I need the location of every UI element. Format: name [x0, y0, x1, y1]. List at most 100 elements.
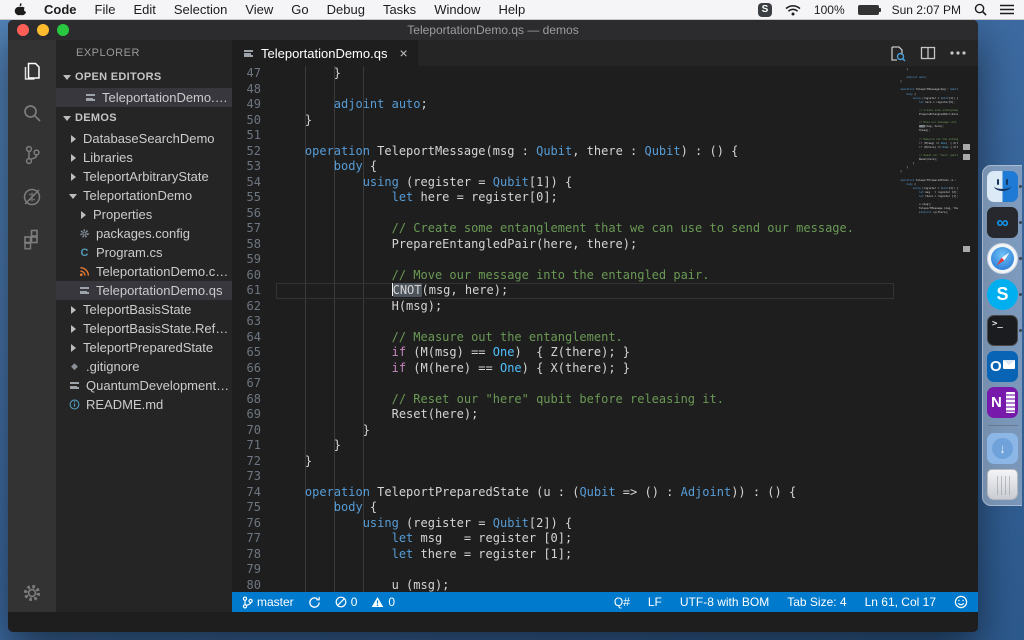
tree-item-properties[interactable]: Properties — [56, 205, 232, 224]
status-lf[interactable]: LF — [648, 595, 662, 609]
tree-item-databasesearchdemo[interactable]: DatabaseSearchDemo — [56, 129, 232, 148]
explorer-icon[interactable] — [8, 50, 56, 92]
close-tab-icon[interactable]: × — [399, 45, 407, 61]
code-line[interactable]: 77 let msg = register [0]; — [232, 531, 894, 547]
code-line[interactable]: 52 operation TeleportMessage(msg : Qubit… — [232, 144, 894, 160]
code-line[interactable]: 47 } — [232, 66, 894, 82]
minimap[interactable]: } adjoint auto; } operation TeleportMess… — [894, 66, 958, 592]
dock-skype-icon[interactable]: S — [987, 279, 1018, 310]
status-q#[interactable]: Q# — [614, 595, 630, 609]
menu-debug[interactable]: Debug — [318, 0, 374, 20]
tree-item-teleportationdemo-qs-[interactable]: TeleportationDemo.qs … — [56, 88, 232, 107]
tree-item-teleportbasisstate[interactable]: TeleportBasisState — [56, 300, 232, 319]
battery-icon[interactable] — [858, 5, 879, 15]
code-line[interactable]: 54 using (register = Qubit[1]) { — [232, 175, 894, 191]
spotlight-icon[interactable] — [974, 3, 987, 16]
error-count[interactable]: 0 — [335, 595, 358, 609]
menu-edit[interactable]: Edit — [124, 0, 164, 20]
code-line[interactable]: 75 body { — [232, 500, 894, 516]
menu-window[interactable]: Window — [425, 0, 489, 20]
code-line[interactable]: 68 // Reset our "here" qubit before rele… — [232, 392, 894, 408]
apple-icon[interactable] — [14, 2, 27, 17]
code-line[interactable]: 78 let there = register [1]; — [232, 547, 894, 563]
notification-center-icon[interactable] — [1000, 4, 1014, 15]
code-line[interactable]: 62 H(msg); — [232, 299, 894, 315]
code-line[interactable]: 56 — [232, 206, 894, 222]
menu-tasks[interactable]: Tasks — [374, 0, 425, 20]
zoom-window-button[interactable] — [57, 24, 69, 36]
tree-item-teleportarbitrarystate[interactable]: TeleportArbitraryState — [56, 167, 232, 186]
code-line[interactable]: 61 CNOT(msg, here); — [232, 283, 894, 299]
source-control-icon[interactable] — [8, 134, 56, 176]
code-line[interactable]: 53 body { — [232, 159, 894, 175]
debug-icon[interactable] — [8, 176, 56, 218]
code-line[interactable]: 67 — [232, 376, 894, 392]
dock-outlook-icon[interactable]: O — [987, 351, 1018, 382]
code-line[interactable]: 66 if (M(here) == One) { X(there); } — [232, 361, 894, 377]
overview-ruler-scrollbar[interactable] — [958, 66, 978, 592]
code-line[interactable]: 48 — [232, 82, 894, 98]
code-line[interactable]: 60 // Move our message into the entangle… — [232, 268, 894, 284]
code-editor[interactable]: 47 }4849 adjoint auto;50 }5152 operation… — [232, 66, 894, 592]
code-line[interactable]: 49 adjoint auto; — [232, 97, 894, 113]
code-line[interactable]: 74 operation TeleportPreparedState (u : … — [232, 485, 894, 501]
tree-item-teleportationdemo-cspr-[interactable]: TeleportationDemo.cspr… — [56, 262, 232, 281]
code-line[interactable]: 71 } — [232, 438, 894, 454]
tree-item-teleportationdemo[interactable]: TeleportationDemo — [56, 186, 232, 205]
code-line[interactable]: 64 // Measure out the entanglement. — [232, 330, 894, 346]
menu-help[interactable]: Help — [489, 0, 534, 20]
more-actions-icon[interactable] — [950, 51, 966, 55]
minimize-window-button[interactable] — [37, 24, 49, 36]
demos-section-header[interactable]: DEMOS — [56, 107, 232, 129]
tree-item-program-cs[interactable]: CProgram.cs — [56, 243, 232, 262]
dock-vscode-icon[interactable]: ∞ — [987, 207, 1018, 238]
menu-selection[interactable]: Selection — [165, 0, 236, 20]
code-line[interactable]: 72 } — [232, 454, 894, 470]
dock-finder-icon[interactable] — [987, 171, 1018, 202]
settings-gear-icon[interactable] — [8, 582, 56, 604]
code-line[interactable]: 80 u (msg); — [232, 578, 894, 593]
status-ln-61-col-17[interactable]: Ln 61, Col 17 — [865, 595, 936, 609]
extensions-icon[interactable] — [8, 218, 56, 260]
skype-status-icon[interactable]: S — [758, 3, 772, 17]
tree-item-readme-md[interactable]: README.md — [56, 395, 232, 414]
search-icon[interactable] — [8, 92, 56, 134]
split-editor-icon[interactable] — [920, 45, 936, 61]
code-line[interactable]: 50 } — [232, 113, 894, 129]
window-title-bar[interactable]: TeleportationDemo.qs — demos — [8, 20, 978, 40]
menu-code[interactable]: Code — [35, 0, 86, 20]
code-line[interactable]: 69 Reset(here); — [232, 407, 894, 423]
code-line[interactable]: 70 } — [232, 423, 894, 439]
code-line[interactable]: 59 — [232, 252, 894, 268]
tab-teleportationdemo[interactable]: TeleportationDemo.qs × — [232, 40, 419, 66]
menu-file[interactable]: File — [86, 0, 125, 20]
tree-item-quantumdevelopmentkitd-[interactable]: QuantumDevelopmentKitD.. — [56, 376, 232, 395]
code-line[interactable]: 65 if (M(msg) == One) { Z(there); } — [232, 345, 894, 361]
code-line[interactable]: 79 — [232, 562, 894, 578]
menu-view[interactable]: View — [236, 0, 282, 20]
code-line[interactable]: 51 — [232, 128, 894, 144]
code-line[interactable]: 73 — [232, 469, 894, 485]
wifi-icon[interactable] — [785, 4, 801, 16]
tree-item-teleportbasisstate-refact-[interactable]: TeleportBasisState.Refact… — [56, 319, 232, 338]
dock-safari-icon[interactable] — [987, 243, 1018, 274]
code-line[interactable]: 63 — [232, 314, 894, 330]
warning-count[interactable]: 0 — [371, 595, 395, 609]
tree-item-libraries[interactable]: Libraries — [56, 148, 232, 167]
tree-item--gitignore[interactable]: ◆.gitignore — [56, 357, 232, 376]
code-line[interactable]: 58 PrepareEntangledPair(here, there); — [232, 237, 894, 253]
git-branch-indicator[interactable]: master — [242, 595, 294, 609]
dock-trash-icon[interactable] — [987, 469, 1018, 500]
find-in-file-icon[interactable] — [889, 45, 906, 62]
dock-downloads-icon[interactable]: ↓ — [987, 433, 1018, 464]
open-editors-header[interactable]: OPEN EDITORS — [56, 66, 232, 88]
tree-item-teleportpreparedstate[interactable]: TeleportPreparedState — [56, 338, 232, 357]
status-utf-8-with-bom[interactable]: UTF-8 with BOM — [680, 595, 769, 609]
dock-onenote-icon[interactable]: N — [987, 387, 1018, 418]
tree-item-packages-config[interactable]: packages.config — [56, 224, 232, 243]
status-tab-size-4[interactable]: Tab Size: 4 — [787, 595, 846, 609]
menu-clock[interactable]: Sun 2:07 PM — [892, 3, 961, 17]
close-window-button[interactable] — [17, 24, 29, 36]
dock-terminal-icon[interactable]: >_ — [987, 315, 1018, 346]
feedback-smiley-icon[interactable] — [954, 595, 968, 609]
